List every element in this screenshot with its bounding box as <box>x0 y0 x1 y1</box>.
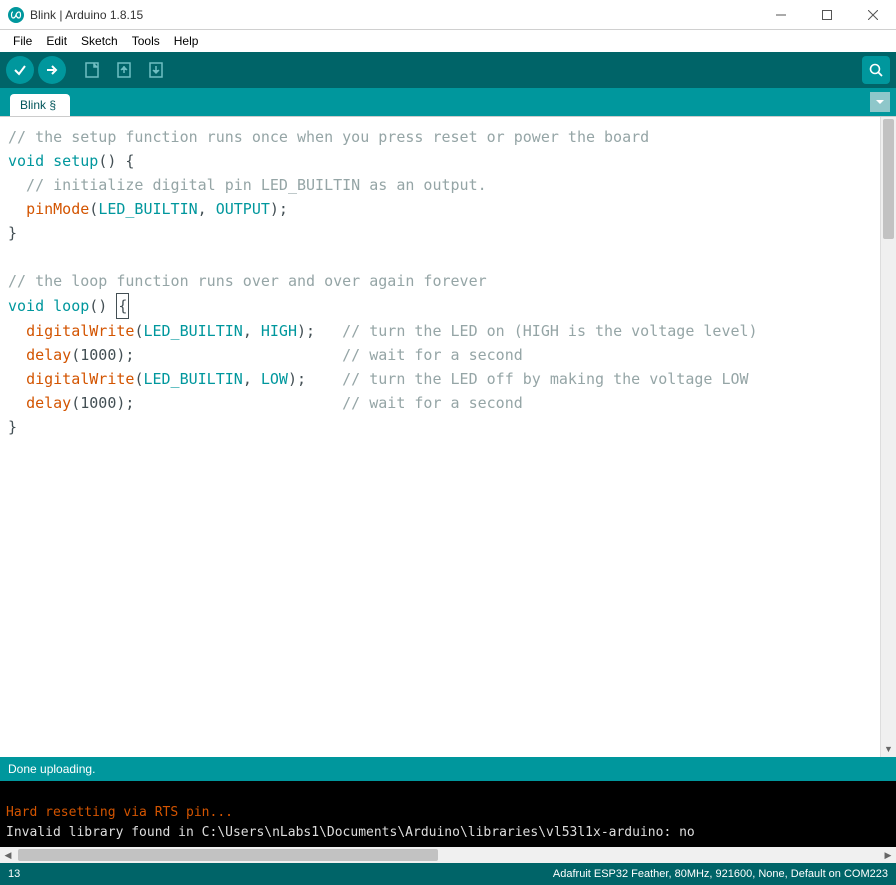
tab-strip: Blink § <box>0 88 896 116</box>
code-const: LED_BUILTIN <box>98 200 197 218</box>
code-punct: () <box>89 297 116 315</box>
code-func: setup <box>53 152 98 170</box>
code-punct: ); <box>288 370 306 388</box>
code-comment: // turn the LED off by making the voltag… <box>306 370 749 388</box>
code-punct: { <box>118 297 127 315</box>
code-call: delay <box>26 346 71 364</box>
code-punct: } <box>8 224 17 242</box>
window-minimize-button[interactable] <box>758 0 804 30</box>
scroll-down-arrow[interactable]: ▼ <box>881 741 896 757</box>
code-comment: // initialize digital pin LED_BUILTIN as… <box>8 176 487 194</box>
verify-button[interactable] <box>6 56 34 84</box>
status-bar: Done uploading. <box>0 757 896 781</box>
console-warning-line: Invalid library found in C:\Users\nLabs1… <box>6 825 695 840</box>
code-call: pinMode <box>26 200 89 218</box>
menu-tools[interactable]: Tools <box>125 32 167 50</box>
new-sketch-button[interactable] <box>78 56 106 84</box>
cursor: { <box>116 293 129 319</box>
code-punct: (1000); <box>71 394 134 412</box>
window-title: Blink | Arduino 1.8.15 <box>30 8 143 22</box>
code-punct: ); <box>270 200 288 218</box>
window-close-button[interactable] <box>850 0 896 30</box>
code-call: digitalWrite <box>26 322 134 340</box>
code-const: LED_BUILTIN <box>143 322 242 340</box>
code-punct: () { <box>98 152 134 170</box>
window-maximize-button[interactable] <box>804 0 850 30</box>
code-punct: , <box>198 200 216 218</box>
code-const: LOW <box>261 370 288 388</box>
open-sketch-button[interactable] <box>110 56 138 84</box>
code-punct: (1000); <box>71 346 134 364</box>
menu-bar: File Edit Sketch Tools Help <box>0 30 896 52</box>
code-punct: ); <box>297 322 315 340</box>
menu-sketch[interactable]: Sketch <box>74 32 125 50</box>
code-punct: ( <box>89 200 98 218</box>
tab-blink[interactable]: Blink § <box>10 94 70 116</box>
code-call: delay <box>26 394 71 412</box>
code-editor[interactable]: // the setup function runs once when you… <box>0 117 880 757</box>
toolbar <box>0 52 896 88</box>
code-punct: , <box>243 322 261 340</box>
scroll-left-arrow[interactable]: ◀ <box>0 847 16 863</box>
console-horizontal-scrollbar[interactable]: ◀ ▶ <box>0 847 896 863</box>
code-comment: // the loop function runs over and over … <box>8 272 487 290</box>
code-func: loop <box>53 297 89 315</box>
code-comment: // turn the LED on (HIGH is the voltage … <box>315 322 758 340</box>
menu-edit[interactable]: Edit <box>39 32 74 50</box>
code-keyword: void <box>8 152 44 170</box>
code-comment: // wait for a second <box>134 346 522 364</box>
code-keyword: void <box>8 297 44 315</box>
code-const: OUTPUT <box>216 200 270 218</box>
footer-board-info: Adafruit ESP32 Feather, 80MHz, 921600, N… <box>553 868 888 880</box>
window-titlebar: Blink | Arduino 1.8.15 <box>0 0 896 30</box>
tab-label: Blink § <box>20 98 56 112</box>
menu-help[interactable]: Help <box>167 32 206 50</box>
arduino-app-icon <box>8 7 24 23</box>
status-message: Done uploading. <box>8 762 95 776</box>
menu-file[interactable]: File <box>6 32 39 50</box>
output-console[interactable]: Hard resetting via RTS pin... Invalid li… <box>0 781 896 847</box>
code-const: LED_BUILTIN <box>143 370 242 388</box>
footer-bar: 13 Adafruit ESP32 Feather, 80MHz, 921600… <box>0 863 896 885</box>
scroll-right-arrow[interactable]: ▶ <box>880 847 896 863</box>
editor-vertical-scrollbar[interactable]: ▲ ▼ <box>880 117 896 757</box>
code-const: HIGH <box>261 322 297 340</box>
code-editor-area: // the setup function runs once when you… <box>0 116 896 757</box>
code-punct: } <box>8 418 17 436</box>
save-sketch-button[interactable] <box>142 56 170 84</box>
console-reset-line: Hard resetting via RTS pin... <box>6 805 233 820</box>
code-punct: , <box>243 370 261 388</box>
footer-line-number: 13 <box>8 868 20 880</box>
scrollbar-thumb[interactable] <box>18 849 438 861</box>
code-call: digitalWrite <box>26 370 134 388</box>
code-comment: // the setup function runs once when you… <box>8 128 649 146</box>
upload-button[interactable] <box>38 56 66 84</box>
code-comment: // wait for a second <box>134 394 522 412</box>
tab-menu-button[interactable] <box>870 92 890 112</box>
serial-monitor-button[interactable] <box>862 56 890 84</box>
scrollbar-thumb[interactable] <box>883 119 894 239</box>
